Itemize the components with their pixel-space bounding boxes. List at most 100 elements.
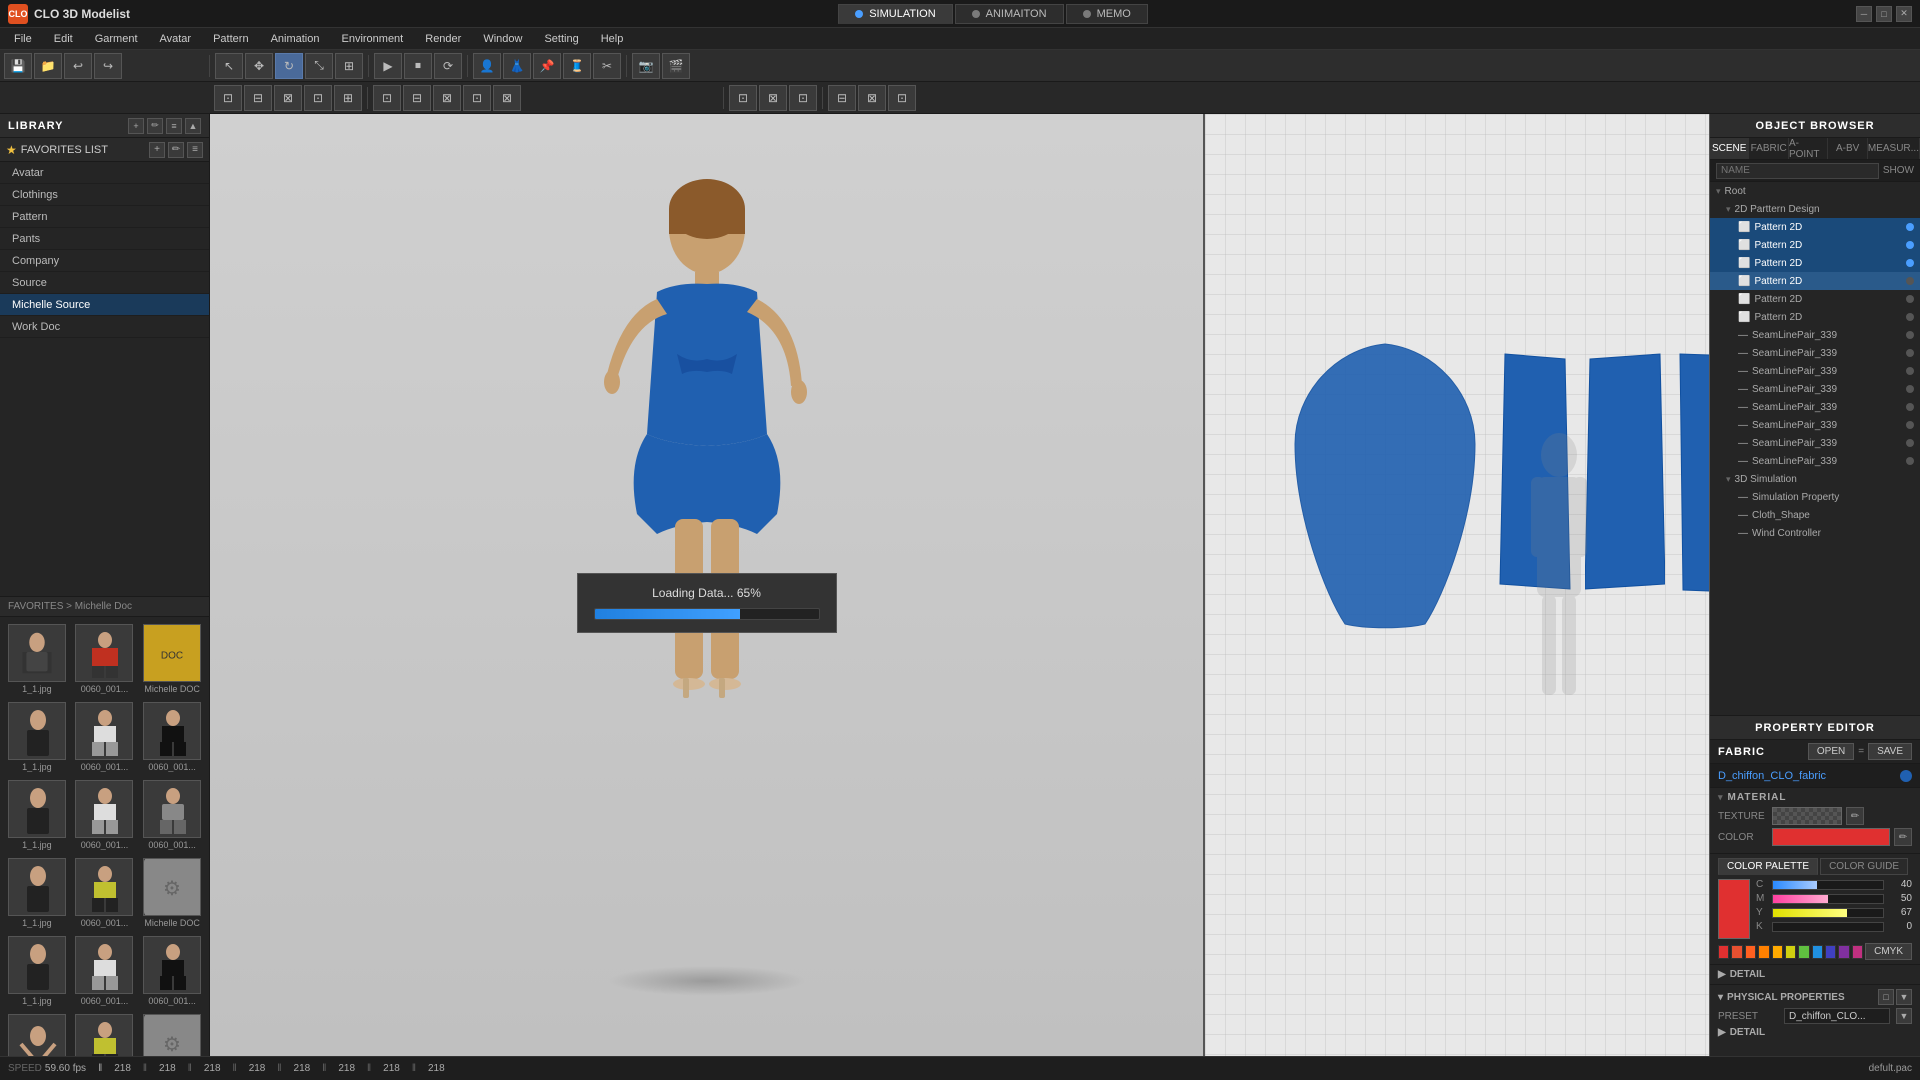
phys-collapse-btn[interactable]: ▼ xyxy=(1896,989,1912,1005)
tree-item-seam-6[interactable]: — SeamLinePair_339 xyxy=(1710,416,1920,434)
tree-item-seam-8[interactable]: — SeamLinePair_339 xyxy=(1710,452,1920,470)
menu-environment[interactable]: Environment xyxy=(331,31,413,47)
cmyk-c-slider[interactable] xyxy=(1772,880,1884,890)
tb3d-1[interactable]: ⊡ xyxy=(214,85,242,111)
palette-color-10[interactable] xyxy=(1852,945,1863,959)
tree-item-pattern2d-3[interactable]: ⬜ Pattern 2D xyxy=(1710,254,1920,272)
tree-item-pattern2d-5[interactable]: ⬜ Pattern 2D xyxy=(1710,290,1920,308)
list-item[interactable]: 0060_001... xyxy=(139,699,205,775)
toolbar-redo[interactable]: ↪ xyxy=(94,53,122,79)
nav-work-doc[interactable]: Work Doc xyxy=(0,316,209,338)
tree-item-sim-property[interactable]: — Simulation Property xyxy=(1710,488,1920,506)
menu-file[interactable]: File xyxy=(4,31,42,47)
menu-help[interactable]: Help xyxy=(591,31,634,47)
toolbar-save[interactable]: 💾 xyxy=(4,53,32,79)
tb-sew[interactable]: 🧵 xyxy=(563,53,591,79)
nav-clothings[interactable]: Clothings xyxy=(0,184,209,206)
maximize-button[interactable]: □ xyxy=(1876,6,1892,22)
list-item[interactable]: 0060_001... xyxy=(72,933,138,1009)
tb-select[interactable]: ↖ xyxy=(215,53,243,79)
list-item[interactable]: ⚙ 0060_001... xyxy=(139,1011,205,1056)
tb-render[interactable]: 🎬 xyxy=(662,53,690,79)
cmyk-m-slider[interactable] xyxy=(1772,894,1884,904)
detail-header[interactable]: ▶ DETAIL xyxy=(1718,969,1912,980)
tb-avatar[interactable]: 👤 xyxy=(473,53,501,79)
preset-dropdown-btn[interactable]: ▼ xyxy=(1896,1008,1912,1024)
menu-avatar[interactable]: Avatar xyxy=(150,31,202,47)
list-item[interactable]: 0060_001... xyxy=(72,621,138,697)
library-action-2[interactable]: ✏ xyxy=(147,118,163,134)
menu-garment[interactable]: Garment xyxy=(85,31,148,47)
tb2d-4[interactable]: ⊟ xyxy=(828,85,856,111)
viewport-2d[interactable] xyxy=(1205,114,1710,1056)
close-button[interactable]: ✕ xyxy=(1896,6,1912,22)
tb3d-7[interactable]: ⊟ xyxy=(403,85,431,111)
tree-item-seam-4[interactable]: — SeamLinePair_339 xyxy=(1710,380,1920,398)
palette-color-1[interactable] xyxy=(1731,945,1742,959)
tree-item-seam-1[interactable]: — SeamLinePair_339 xyxy=(1710,326,1920,344)
cmyk-button[interactable]: CMYK xyxy=(1865,943,1912,960)
list-item[interactable]: 1_1.jpg xyxy=(4,933,70,1009)
tab-animation[interactable]: ANIMAITON xyxy=(955,4,1064,24)
tree-item-3d-simulation[interactable]: ▾ 3D Simulation xyxy=(1710,470,1920,488)
detail2-header[interactable]: ▶ DETAIL xyxy=(1718,1027,1912,1038)
palette-color-3[interactable] xyxy=(1758,945,1769,959)
list-item[interactable]: 1_1.jpg xyxy=(4,777,70,853)
palette-color-5[interactable] xyxy=(1785,945,1796,959)
tb-move[interactable]: ✥ xyxy=(245,53,273,79)
fav-add[interactable]: + xyxy=(149,142,165,158)
tb-stop[interactable]: ⏹ xyxy=(404,53,432,79)
nav-pattern[interactable]: Pattern xyxy=(0,206,209,228)
preset-value[interactable]: D_chiffon_CLO... xyxy=(1784,1008,1890,1024)
fabric-open-button[interactable]: OPEN xyxy=(1808,743,1854,760)
fav-edit[interactable]: ✏ xyxy=(168,142,184,158)
tree-item-pattern2d-6[interactable]: ⬜ Pattern 2D xyxy=(1710,308,1920,326)
color-guide-tab[interactable]: COLOR GUIDE xyxy=(1820,858,1908,875)
palette-color-8[interactable] xyxy=(1825,945,1836,959)
tb2d-2[interactable]: ⊠ xyxy=(759,85,787,111)
tab-simulation[interactable]: SIMULATION xyxy=(838,4,952,24)
tb2d-5[interactable]: ⊠ xyxy=(858,85,886,111)
obj-show-button[interactable]: SHOW xyxy=(1883,165,1914,176)
tb2d-1[interactable]: ⊡ xyxy=(729,85,757,111)
list-item[interactable]: 0060_001... xyxy=(72,699,138,775)
obj-tab-apoint[interactable]: A-POINT xyxy=(1789,138,1828,159)
list-item[interactable]: 1_1.jpg xyxy=(4,855,70,931)
tb3d-2[interactable]: ⊟ xyxy=(244,85,272,111)
tb-pin[interactable]: 📌 xyxy=(533,53,561,79)
tree-item-2d-pattern-design[interactable]: ▾ 2D Parttern Design xyxy=(1710,200,1920,218)
cmyk-y-slider[interactable] xyxy=(1772,908,1884,918)
list-item[interactable]: 1_1.jpg xyxy=(4,699,70,775)
menu-setting[interactable]: Setting xyxy=(534,31,588,47)
tb3d-8[interactable]: ⊠ xyxy=(433,85,461,111)
palette-color-9[interactable] xyxy=(1838,945,1849,959)
color-preview[interactable] xyxy=(1772,828,1890,846)
list-item[interactable]: 0060_001... xyxy=(72,777,138,853)
list-item[interactable]: 0060_001... xyxy=(139,777,205,853)
obj-search-input[interactable] xyxy=(1716,163,1879,179)
tb-rotate[interactable]: ↻ xyxy=(275,53,303,79)
palette-color-6[interactable] xyxy=(1798,945,1809,959)
texture-preview[interactable] xyxy=(1772,807,1842,825)
nav-avatar[interactable]: Avatar xyxy=(0,162,209,184)
tb-camera[interactable]: 📷 xyxy=(632,53,660,79)
phys-expand-btn[interactable]: □ xyxy=(1878,989,1894,1005)
menu-animation[interactable]: Animation xyxy=(261,31,330,47)
tree-item-cloth-shape[interactable]: — Cloth_Shape xyxy=(1710,506,1920,524)
texture-edit-button[interactable]: ✏ xyxy=(1846,807,1864,825)
tb-reset[interactable]: ⟳ xyxy=(434,53,462,79)
fav-menu[interactable]: ≡ xyxy=(187,142,203,158)
menu-edit[interactable]: Edit xyxy=(44,31,83,47)
tb3d-9[interactable]: ⊡ xyxy=(463,85,491,111)
tb2d-3[interactable]: ⊡ xyxy=(789,85,817,111)
library-scroll-top[interactable]: ▲ xyxy=(185,118,201,134)
tb-transform[interactable]: ⊞ xyxy=(335,53,363,79)
list-item[interactable]: 1_1.jpg xyxy=(4,1011,70,1056)
nav-pants[interactable]: Pants xyxy=(0,228,209,250)
tree-item-pattern2d-1[interactable]: ⬜ Pattern 2D xyxy=(1710,218,1920,236)
phys-header[interactable]: ▾ PHYSICAL PROPERTIES □ ▼ xyxy=(1718,989,1912,1005)
list-item[interactable]: 1_1.jpg xyxy=(4,621,70,697)
list-item[interactable]: ⚙ Michelle DOC xyxy=(139,855,205,931)
tree-item-pattern2d-4[interactable]: ⬜ Pattern 2D xyxy=(1710,272,1920,290)
tree-item-seam-7[interactable]: — SeamLinePair_339 xyxy=(1710,434,1920,452)
